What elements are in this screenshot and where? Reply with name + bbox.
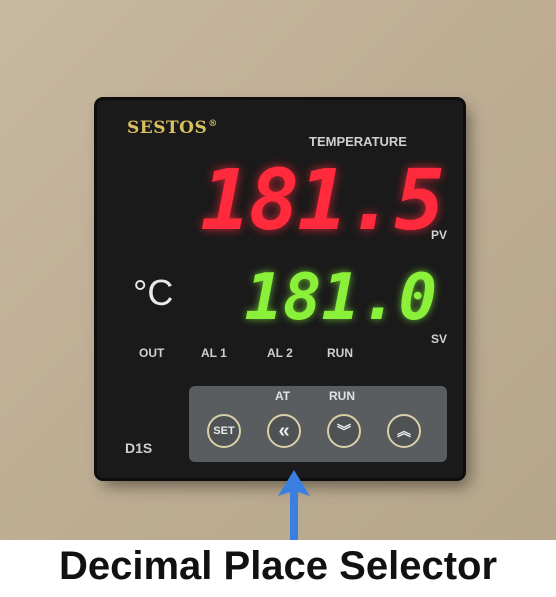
indicator-out: OUT xyxy=(139,346,165,360)
indicator-al1: AL 1 xyxy=(201,346,227,360)
pv-label: PV xyxy=(431,228,448,242)
pv-display: 181.5 xyxy=(200,151,445,249)
set-button[interactable]: SET xyxy=(207,414,241,448)
indicator-run: RUN xyxy=(327,346,353,360)
photo: SESTOS® TEMPERATURE 181.5 PV °C 181.0 SV… xyxy=(0,0,556,540)
sv-label: SV xyxy=(431,332,448,346)
up-button[interactable]: ︽ xyxy=(387,414,421,448)
run-key-label: RUN xyxy=(329,389,355,403)
unit-label: °C xyxy=(133,272,174,313)
caption: Decimal Place Selector xyxy=(58,544,498,588)
temperature-controller: SESTOS® TEMPERATURE 181.5 PV °C 181.0 SV… xyxy=(97,100,463,478)
at-key-label: AT xyxy=(275,389,291,403)
sv-display: 181.0 xyxy=(244,261,437,335)
down-button[interactable]: ︾ xyxy=(327,414,361,448)
arrow-head xyxy=(278,470,310,540)
model-label: D1S xyxy=(125,440,153,456)
registered-mark: ® xyxy=(208,119,218,130)
pointer-arrow-icon xyxy=(278,470,310,540)
shift-left-button[interactable]: « xyxy=(267,414,301,448)
brand-name: SESTOS xyxy=(127,118,208,138)
brand-logo: SESTOS® xyxy=(127,118,218,138)
indicator-al2: AL 2 xyxy=(267,346,293,360)
measurement-label: TEMPERATURE xyxy=(309,134,407,149)
